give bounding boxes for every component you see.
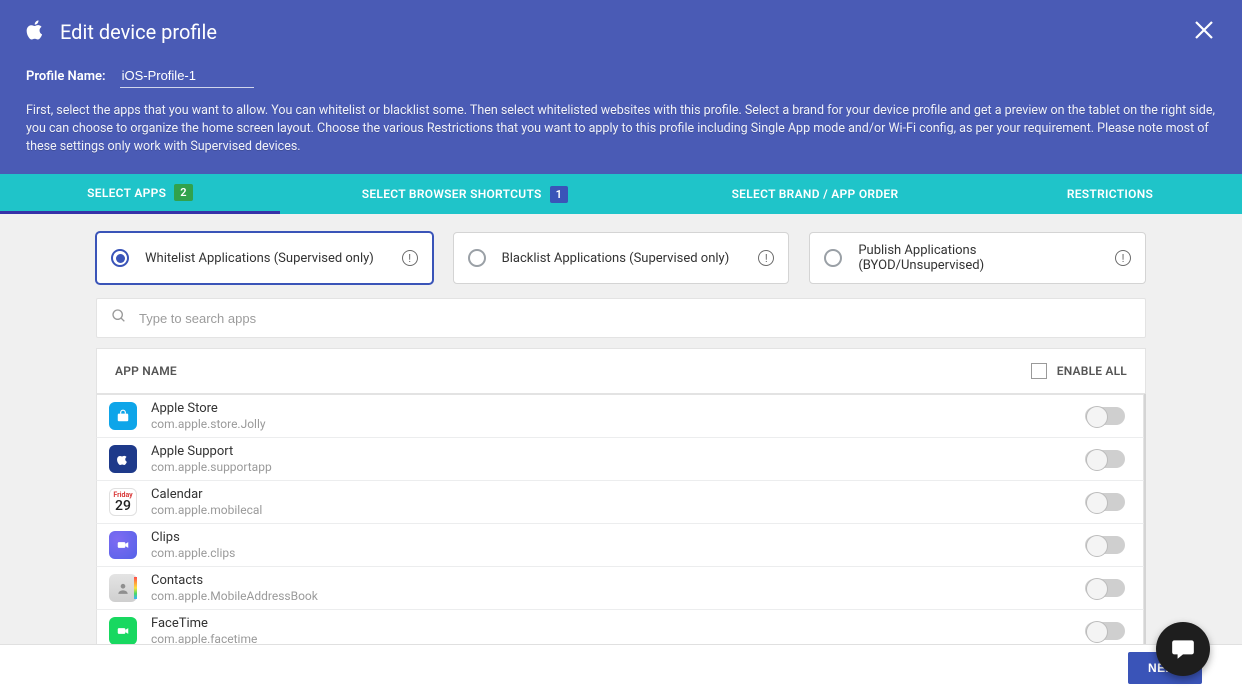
info-icon[interactable]: ! [402,250,418,266]
app-icon-contacts [109,574,137,602]
col-app-name: APP NAME [115,364,177,378]
chat-widget[interactable] [1156,622,1210,676]
toggle[interactable] [1085,536,1125,554]
radio-whitelist[interactable]: Whitelist Applications (Supervised only)… [96,232,433,284]
checkbox-icon[interactable] [1031,363,1047,379]
radio-publish[interactable]: Publish Applications (BYOD/Unsupervised)… [809,232,1146,284]
app-id: com.apple.mobilecal [151,503,1071,517]
description-text: First, select the apps that you want to … [26,102,1216,156]
tab-label: SELECT APPS [87,186,166,200]
app-icon-apple-store [109,402,137,430]
app-list: Apple Store com.apple.store.Jolly Apple … [96,394,1146,653]
tab-bar: SELECT APPS 2 SELECT BROWSER SHORTCUTS 1… [0,174,1242,214]
app-name: Apple Store [151,401,1071,416]
table-row: Apple Store com.apple.store.Jolly [96,394,1144,438]
toggle[interactable] [1085,407,1125,425]
app-icon-apple-support [109,445,137,473]
tab-label: RESTRICTIONS [1067,187,1153,201]
radio-blacklist[interactable]: Blacklist Applications (Supervised only)… [453,232,790,284]
tab-label: SELECT BROWSER SHORTCUTS [362,187,542,201]
toggle[interactable] [1085,579,1125,597]
profile-name-label: Profile Name: [26,69,106,84]
app-icon-calendar: Friday 29 [109,488,137,516]
tab-label: SELECT BRAND / APP ORDER [732,187,899,201]
radio-label: Whitelist Applications (Supervised only) [145,251,386,266]
radio-label: Publish Applications (BYOD/Unsupervised) [858,243,1099,273]
tab-badge: 1 [550,186,569,203]
app-name: Contacts [151,573,1071,588]
tab-restrictions[interactable]: RESTRICTIONS [980,174,1240,214]
tab-select-apps[interactable]: SELECT APPS 2 [0,174,280,214]
toggle[interactable] [1085,493,1125,511]
radio-label: Blacklist Applications (Supervised only) [502,251,743,266]
search-input[interactable] [139,311,1131,326]
header: Edit device profile Profile Name: First,… [0,0,1242,174]
tab-browser-shortcuts[interactable]: SELECT BROWSER SHORTCUTS 1 [280,174,650,214]
search-bar[interactable] [96,298,1146,338]
app-name: Clips [151,530,1071,545]
tab-brand-order[interactable]: SELECT BRAND / APP ORDER [650,174,980,214]
info-icon[interactable]: ! [1115,250,1131,266]
enable-all[interactable]: ENABLE ALL [1031,363,1127,379]
close-icon[interactable] [1192,18,1216,46]
table-row: Apple Support com.apple.supportapp [96,438,1144,481]
profile-name-field[interactable] [120,66,254,88]
enable-all-label: ENABLE ALL [1057,364,1127,378]
table-header: APP NAME ENABLE ALL [96,348,1146,394]
apple-icon [26,19,46,45]
app-id: com.apple.supportapp [151,460,1071,474]
app-icon-facetime [109,617,137,645]
tab-badge: 2 [174,184,193,201]
content: Whitelist Applications (Supervised only)… [0,214,1242,653]
app-icon-clips [109,531,137,559]
radio-icon [468,249,486,267]
toggle[interactable] [1085,450,1125,468]
app-name: Calendar [151,487,1071,502]
app-id: com.apple.clips [151,546,1071,560]
app-id: com.apple.store.Jolly [151,417,1071,431]
app-name: FaceTime [151,616,1071,631]
table-row: Clips com.apple.clips [96,524,1144,567]
radio-icon [111,249,129,267]
app-id: com.apple.MobileAddressBook [151,589,1071,603]
app-name: Apple Support [151,444,1071,459]
page-title: Edit device profile [60,20,217,44]
table-row: Contacts com.apple.MobileAddressBook [96,567,1144,610]
search-icon [111,308,127,328]
info-icon[interactable]: ! [758,250,774,266]
toggle[interactable] [1085,622,1125,640]
radio-icon [824,249,842,267]
table-row: Friday 29 Calendar com.apple.mobilecal [96,481,1144,524]
footer: NEXT [0,644,1242,690]
